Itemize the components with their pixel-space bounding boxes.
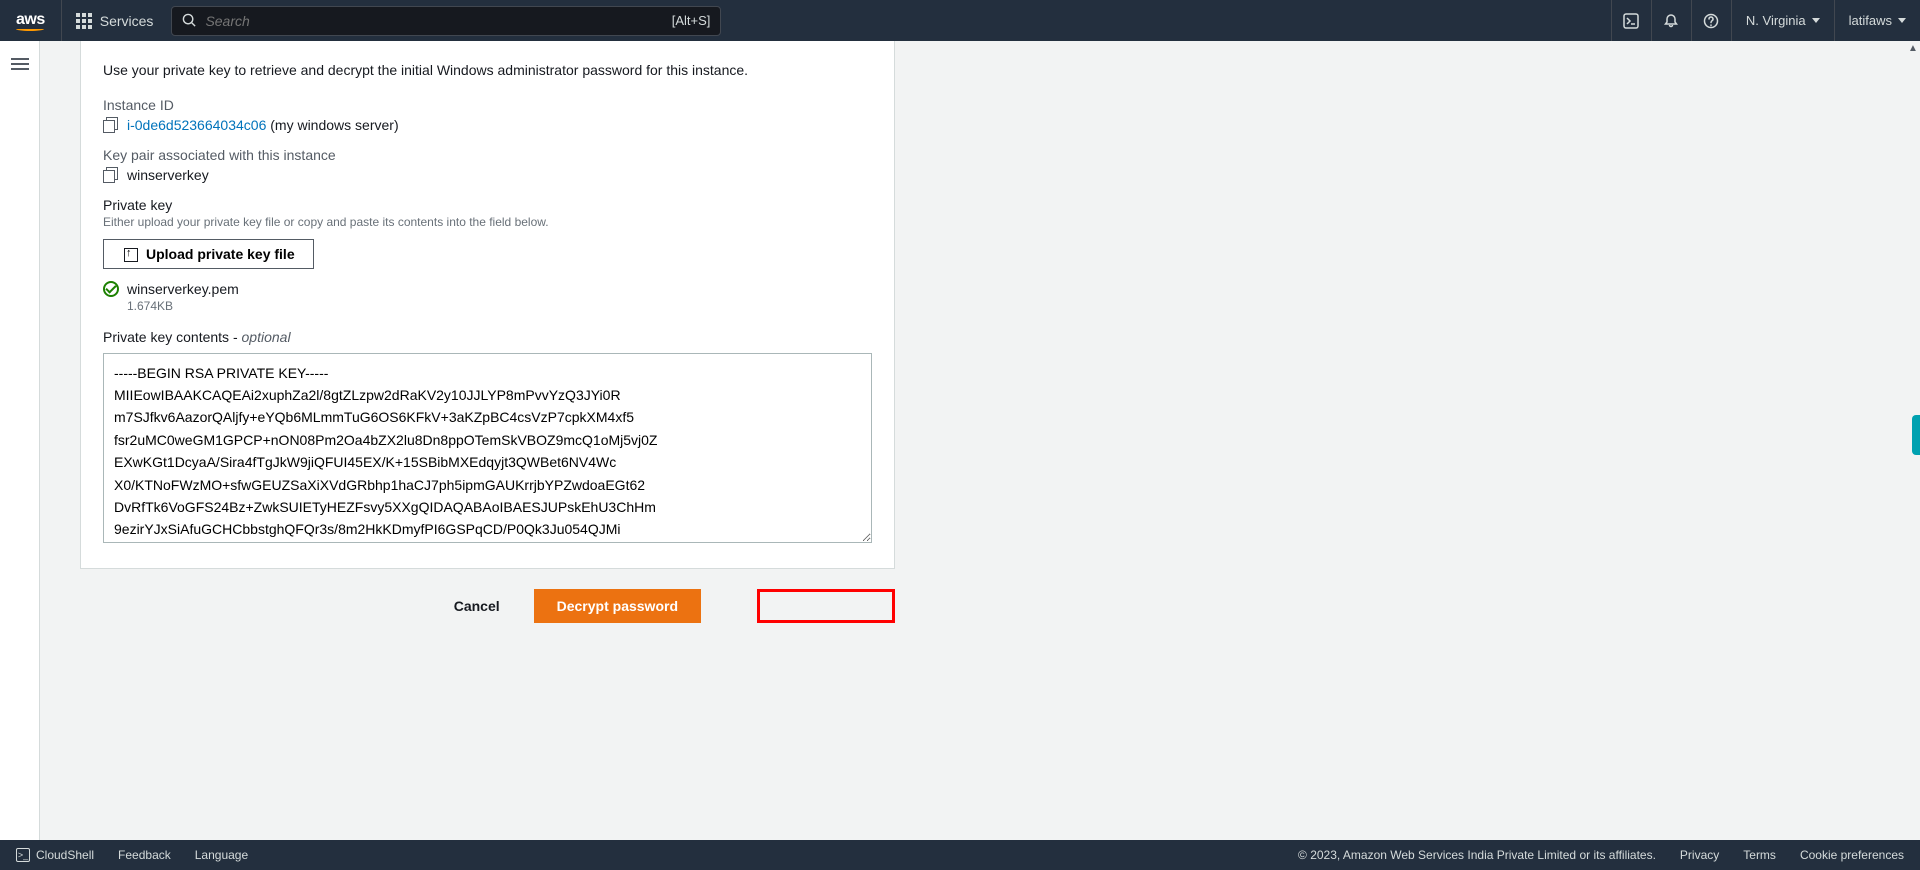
cancel-button[interactable]: Cancel (436, 590, 518, 622)
search-input[interactable] (205, 13, 671, 29)
cloudshell-header-button[interactable] (1611, 0, 1651, 41)
left-rail (0, 41, 40, 840)
action-row: Cancel Decrypt password (80, 589, 895, 623)
footer-copyright: © 2023, Amazon Web Services India Privat… (1298, 848, 1656, 862)
keypair-label: Key pair associated with this instance (103, 147, 872, 163)
top-header: aws Services [Alt+S] N. Virginia la (0, 0, 1920, 41)
main-content: ▲ Use your private key to retrieve and d… (40, 41, 1920, 840)
footer-cookie-link[interactable]: Cookie preferences (1800, 848, 1904, 862)
services-label: Services (100, 13, 154, 29)
feedback-side-tab[interactable] (1912, 415, 1920, 455)
help-button[interactable] (1691, 0, 1731, 41)
search-icon (182, 13, 197, 28)
upload-button-label: Upload private key file (146, 246, 295, 262)
uploaded-filename: winserverkey.pem (127, 281, 239, 297)
search-wrapper[interactable]: [Alt+S] (171, 6, 721, 36)
decrypt-password-button[interactable]: Decrypt password (534, 589, 701, 623)
caret-down-icon (1898, 18, 1906, 23)
hamburger-menu-button[interactable] (11, 55, 29, 840)
grid-icon (76, 13, 92, 29)
header-right: N. Virginia latifaws (1611, 0, 1920, 41)
footer: >_ CloudShell Feedback Language © 2023, … (0, 840, 1920, 870)
keypair-name: winserverkey (127, 167, 209, 183)
aws-logo-text: aws (16, 11, 45, 29)
success-check-icon (103, 281, 119, 297)
user-label: latifaws (1849, 13, 1892, 28)
private-key-desc: Either upload your private key file or c… (103, 215, 872, 229)
highlight-annotation (757, 589, 895, 623)
instance-id-label: Instance ID (103, 97, 872, 113)
caret-down-icon (1812, 18, 1820, 23)
instance-id-link[interactable]: i-0de6d523664034c06 (127, 117, 266, 133)
optional-text: optional (242, 329, 291, 345)
services-button[interactable]: Services (62, 0, 168, 41)
aws-logo[interactable]: aws (0, 0, 62, 41)
footer-language-link[interactable]: Language (195, 848, 248, 862)
scroll-up-arrow[interactable]: ▲ (1906, 41, 1920, 55)
region-selector[interactable]: N. Virginia (1731, 0, 1834, 41)
intro-text: Use your private key to retrieve and dec… (103, 61, 872, 81)
pk-contents-label: Private key contents - optional (103, 329, 872, 345)
uploaded-filesize: 1.674KB (127, 299, 872, 313)
account-menu[interactable]: latifaws (1834, 0, 1920, 41)
decrypt-card: Use your private key to retrieve and dec… (80, 41, 895, 569)
footer-privacy-link[interactable]: Privacy (1680, 848, 1719, 862)
upload-private-key-button[interactable]: Upload private key file (103, 239, 314, 269)
footer-terms-link[interactable]: Terms (1743, 848, 1776, 862)
copy-icon[interactable] (103, 167, 119, 183)
upload-icon (122, 246, 138, 262)
footer-cloudshell-button[interactable]: >_ CloudShell (16, 848, 94, 862)
search-shortcut-hint: [Alt+S] (672, 13, 711, 28)
cloudshell-label: CloudShell (36, 848, 94, 862)
notifications-button[interactable] (1651, 0, 1691, 41)
private-key-textarea[interactable] (103, 353, 872, 543)
copy-icon[interactable] (103, 117, 119, 133)
cloudshell-icon: >_ (16, 848, 30, 862)
instance-name-suffix: (my windows server) (266, 117, 398, 133)
region-label: N. Virginia (1746, 13, 1806, 28)
footer-feedback-link[interactable]: Feedback (118, 848, 171, 862)
private-key-label: Private key (103, 197, 872, 213)
